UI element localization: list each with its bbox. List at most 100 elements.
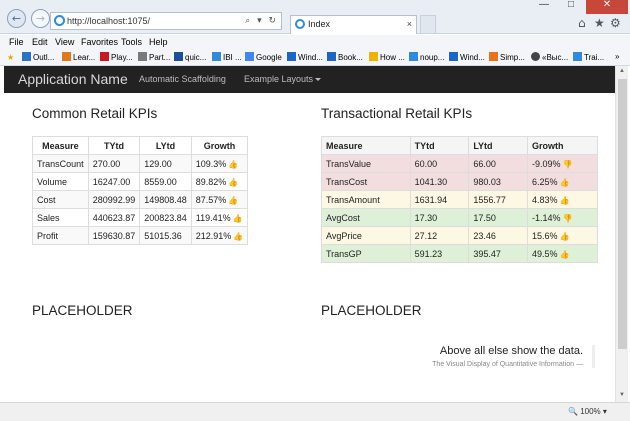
favorites-more-icon[interactable]: » xyxy=(615,52,619,61)
address-url[interactable]: http://localhost:1075/ xyxy=(67,16,150,26)
favorite-link[interactable]: Part... xyxy=(138,52,170,62)
close-window-button[interactable]: ✕ xyxy=(586,0,628,14)
menu-view[interactable]: View xyxy=(55,37,74,47)
new-tab-button[interactable] xyxy=(420,15,436,33)
browser-tab-index[interactable]: Index × xyxy=(290,15,417,34)
cell-measure: TransCost xyxy=(321,172,411,191)
scroll-down-icon[interactable]: ▼ xyxy=(619,392,625,398)
favorite-link[interactable]: How ... xyxy=(369,52,405,62)
address-controls-icon[interactable]: ⌕ ▾ ↻ xyxy=(245,13,278,29)
scroll-up-icon[interactable]: ▲ xyxy=(619,68,625,74)
thumbs-up-icon: 👍 xyxy=(228,177,239,187)
favorite-site-icon xyxy=(212,52,221,61)
favorite-link[interactable]: quic... xyxy=(174,52,206,62)
cell-tytd: 16247.00 xyxy=(87,172,141,191)
cell-growth: 119.41% 👍 xyxy=(190,208,249,227)
address-bar[interactable]: http://localhost:1075/ ⌕ ▾ ↻ xyxy=(50,12,282,30)
table-row: TransCost 1041.30 980.03 6.25% 👍 xyxy=(321,172,598,191)
table-row: TransCount 270.00 129.00 109.3% 👍 xyxy=(32,154,249,173)
cell-lytd: 395.47 xyxy=(468,244,529,263)
col-lytd: LYtd xyxy=(139,136,192,155)
favorite-link[interactable]: «Выс... xyxy=(531,52,568,62)
menu-file[interactable]: File xyxy=(9,37,24,47)
caret-down-icon xyxy=(315,78,322,81)
zoom-control[interactable]: 🔍 100% ▾ xyxy=(568,407,607,416)
maximize-button[interactable]: □ xyxy=(558,0,584,12)
status-bar: 🔍 100% ▾ xyxy=(0,402,630,421)
home-icon[interactable]: ⌂ xyxy=(578,16,586,30)
thumbs-down-icon: 👎 xyxy=(562,159,573,169)
growth-value: 6.25% xyxy=(532,176,558,187)
tab-close-icon[interactable]: × xyxy=(407,16,412,33)
menu-edit[interactable]: Edit xyxy=(32,37,48,47)
cell-lytd: 980.03 xyxy=(468,172,529,191)
table-row: Profit 159630.87 51015.36 212.91% 👍 xyxy=(32,226,249,245)
forward-arrow-icon[interactable]: → xyxy=(31,9,50,28)
growth-value: 49.5% xyxy=(532,248,558,259)
growth-value: 4.83% xyxy=(532,194,558,205)
scroll-thumb[interactable] xyxy=(618,79,627,349)
cell-measure: Volume xyxy=(32,172,89,191)
placeholder-heading-left: PLACEHOLDER xyxy=(32,303,133,318)
cell-tytd: 1631.94 xyxy=(409,190,470,209)
cell-measure: AvgPrice xyxy=(321,226,411,245)
cell-tytd: 280992.99 xyxy=(87,190,141,209)
cell-tytd: 1041.30 xyxy=(409,172,470,191)
cell-measure: AvgCost xyxy=(321,208,411,227)
favorite-link[interactable]: Wind... xyxy=(287,52,323,62)
favorite-link[interactable]: Lear... xyxy=(62,52,95,62)
favorite-link[interactable]: IBI ... xyxy=(212,52,242,62)
nav-automatic-scaffolding[interactable]: Automatic Scaffolding xyxy=(139,74,226,84)
cell-measure: TransAmount xyxy=(321,190,411,209)
cell-growth: -1.14% 👎 xyxy=(527,208,598,227)
table-row: Cost 280992.99 149808.48 87.57% 👍 xyxy=(32,190,249,209)
favorite-link[interactable]: Book... xyxy=(327,52,363,62)
gear-icon[interactable]: ⚙ xyxy=(610,16,621,30)
favorite-link[interactable]: Trai... xyxy=(573,52,604,62)
table-row: TransGP 591.23 395.47 49.5% 👍 xyxy=(321,244,598,263)
cell-growth: 212.91% 👍 xyxy=(190,226,249,245)
table-row: TransValue 60.00 66.00 -9.09% 👎 xyxy=(321,154,598,173)
thumbs-up-icon: 👍 xyxy=(232,213,243,223)
quote-source: The Visual Display of Quantitative Infor… xyxy=(432,361,583,368)
cell-tytd: 17.30 xyxy=(409,208,470,227)
thumbs-up-icon: 👍 xyxy=(228,195,239,205)
cell-measure: Profit xyxy=(32,226,89,245)
menu-help[interactable]: Help xyxy=(149,37,168,47)
back-arrow-icon[interactable]: ← xyxy=(7,9,26,28)
favorite-link[interactable]: Simp... xyxy=(489,52,525,62)
cell-lytd: 200823.84 xyxy=(139,208,192,227)
favorite-site-icon xyxy=(489,52,498,61)
favorite-site-icon xyxy=(245,52,254,61)
common-kpis-title: Common Retail KPIs xyxy=(32,106,158,121)
favorite-link[interactable]: Wind... xyxy=(449,52,485,62)
cell-lytd: 129.00 xyxy=(139,154,192,173)
tab-title: Index xyxy=(308,19,331,29)
table-row: Sales 440623.87 200823.84 119.41% 👍 xyxy=(32,208,249,227)
thumbs-up-icon: 👍 xyxy=(228,159,239,169)
favorite-site-icon xyxy=(174,52,183,61)
favorite-link[interactable]: Play... xyxy=(100,52,133,62)
cell-tytd: 60.00 xyxy=(409,154,470,173)
favorite-link[interactable]: noup... xyxy=(409,52,444,62)
favorite-link[interactable]: Google xyxy=(245,52,282,62)
cell-measure: TransValue xyxy=(321,154,411,173)
brand-link[interactable]: Application Name xyxy=(18,71,128,87)
growth-value: 87.57% xyxy=(195,194,227,205)
menu-tools[interactable]: Tools xyxy=(121,37,142,47)
growth-value: 15.6% xyxy=(532,230,558,241)
menu-favorites[interactable]: Favorites xyxy=(81,37,118,47)
tab-page-icon xyxy=(295,19,305,29)
favorite-site-icon xyxy=(369,52,378,61)
growth-value: 212.91% xyxy=(195,230,232,241)
nav-example-layouts[interactable]: Example Layouts xyxy=(244,74,322,84)
cell-lytd: 17.50 xyxy=(468,208,529,227)
favorites-star-icon[interactable]: ★ xyxy=(594,16,605,30)
favorite-site-icon xyxy=(449,52,458,61)
cell-measure: TransGP xyxy=(321,244,411,263)
quote-block: Above all else show the data. The Visual… xyxy=(404,345,595,368)
favorite-link[interactable]: Outl... xyxy=(22,52,54,62)
favorites-add-star-icon[interactable]: ★ xyxy=(7,52,18,62)
page-scrollbar[interactable]: ▲ ▼ xyxy=(615,66,628,402)
minimize-button[interactable]: — xyxy=(531,0,557,12)
